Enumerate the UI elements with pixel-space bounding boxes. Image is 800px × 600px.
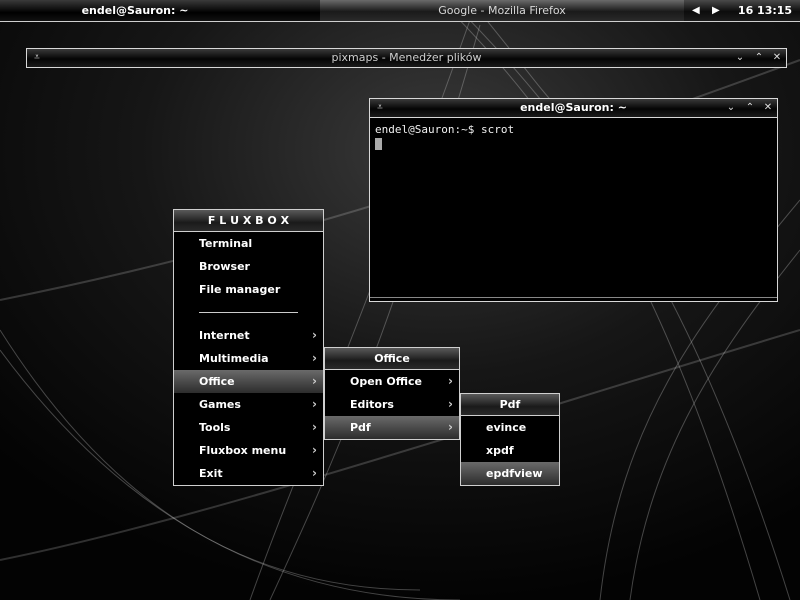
- menu-item-label: Tools: [199, 421, 231, 434]
- root-menu: F L U X B O X Terminal Browser File mana…: [173, 209, 324, 486]
- menu-item-label: Multimedia: [199, 352, 269, 365]
- menu-item-label: Fluxbox menu: [199, 444, 287, 457]
- menu-item-browser[interactable]: Browser: [174, 255, 323, 278]
- menu-item-label: Office: [199, 375, 235, 388]
- next-workspace-icon[interactable]: ▶: [712, 0, 720, 21]
- terminal-bottom-border: [370, 297, 777, 301]
- workspace-label[interactable]: endel@Sauron: ~: [0, 0, 320, 21]
- clock: 16 13:15: [737, 4, 793, 17]
- window-title: endel@Sauron: ~: [520, 101, 627, 114]
- menu-item-label: Open Office: [350, 375, 422, 388]
- menu-item-multimedia[interactable]: Multimedia ›: [174, 347, 323, 370]
- chevron-right-icon: ›: [312, 443, 317, 457]
- menu-item-label: Internet: [199, 329, 250, 342]
- menu-item-label: Games: [199, 398, 241, 411]
- maximize-icon[interactable]: ⌃: [751, 49, 767, 67]
- menu-item-epdfview[interactable]: epdfview: [461, 462, 559, 485]
- menu-item-file-manager[interactable]: File manager: [174, 278, 323, 301]
- menu-item-fluxbox-menu[interactable]: Fluxbox menu ›: [174, 439, 323, 462]
- minimize-icon[interactable]: ⌄: [732, 49, 748, 67]
- terminal-content[interactable]: endel@Sauron:~$ scrot: [369, 118, 778, 302]
- menu-item-editors[interactable]: Editors ›: [325, 393, 459, 416]
- terminal-cursor: [375, 138, 382, 150]
- menu-item-tools[interactable]: Tools ›: [174, 416, 323, 439]
- menu-item-pdf[interactable]: Pdf ›: [325, 416, 459, 439]
- menu-item-open-office[interactable]: Open Office ›: [325, 370, 459, 393]
- terminal-window: ⩡ endel@Sauron: ~ ⌄ ⌃ ✕ endel@Sauron:~$ …: [369, 98, 778, 302]
- close-icon[interactable]: ✕: [769, 49, 785, 67]
- menu-item-evince[interactable]: evince: [461, 416, 559, 439]
- chevron-right-icon: ›: [312, 420, 317, 434]
- menu-item-label: Pdf: [350, 421, 371, 434]
- chevron-right-icon: ›: [312, 328, 317, 342]
- office-submenu: Office Open Office › Editors › Pdf ›: [324, 347, 460, 440]
- menu-item-terminal[interactable]: Terminal: [174, 232, 323, 255]
- window-title: pixmaps - Menedżer plików: [331, 51, 482, 64]
- chevron-right-icon: ›: [448, 420, 453, 434]
- toolbar: endel@Sauron: ~ Google - Mozilla Firefox…: [0, 0, 800, 22]
- menu-item-internet[interactable]: Internet ›: [174, 324, 323, 347]
- menu-item-exit[interactable]: Exit ›: [174, 462, 323, 485]
- close-icon[interactable]: ✕: [760, 99, 776, 117]
- filemanager-window-titlebar[interactable]: ⩡ pixmaps - Menedżer plików ⌄ ⌃ ✕: [26, 48, 787, 68]
- prev-workspace-icon[interactable]: ◀: [692, 0, 700, 21]
- menu-item-xpdf[interactable]: xpdf: [461, 439, 559, 462]
- menu-item-label: Exit: [199, 467, 223, 480]
- chevron-right-icon: ›: [312, 374, 317, 388]
- menu-item-office[interactable]: Office ›: [174, 370, 323, 393]
- terminal-titlebar[interactable]: ⩡ endel@Sauron: ~ ⌄ ⌃ ✕: [369, 98, 778, 118]
- menu-item-label: Editors: [350, 398, 394, 411]
- taskbar-item-firefox[interactable]: Google - Mozilla Firefox: [320, 0, 684, 21]
- pdf-submenu: Pdf evince xpdf epdfview: [460, 393, 560, 486]
- chevron-right-icon: ›: [312, 351, 317, 365]
- chevron-right-icon: ›: [312, 466, 317, 480]
- menu-separator: [174, 301, 323, 324]
- chevron-right-icon: ›: [448, 374, 453, 388]
- workspace-name: endel@Sauron: ~: [81, 4, 189, 17]
- menu-item-games[interactable]: Games ›: [174, 393, 323, 416]
- chevron-right-icon: ›: [312, 397, 317, 411]
- minimize-icon[interactable]: ⌄: [723, 99, 739, 117]
- maximize-icon[interactable]: ⌃: [742, 99, 758, 117]
- chevron-right-icon: ›: [448, 397, 453, 411]
- pdf-submenu-title: Pdf: [461, 394, 559, 416]
- terminal-prompt-line: endel@Sauron:~$ scrot: [375, 123, 515, 136]
- office-submenu-title: Office: [325, 348, 459, 370]
- root-menu-title: F L U X B O X: [174, 210, 323, 232]
- taskbar-item-label: Google - Mozilla Firefox: [438, 4, 566, 17]
